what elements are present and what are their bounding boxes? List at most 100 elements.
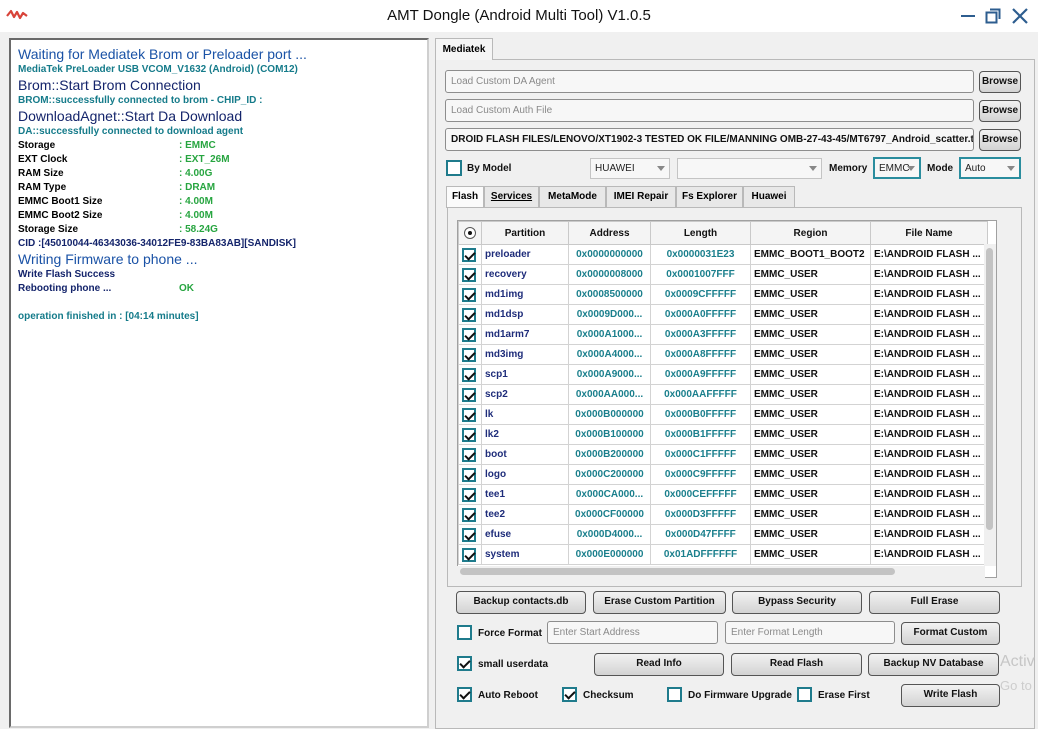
- tab-mediatek[interactable]: Mediatek: [435, 38, 493, 60]
- table-row[interactable]: tee2 0x000CF00000 0x000D3FFFFF EMMC_USER E:\…: [458, 504, 988, 525]
- table-row[interactable]: md1img 0x0008500000 0x0009CFFFFF EMMC_USER E…: [458, 284, 988, 305]
- column-header[interactable]: File Name: [870, 221, 988, 245]
- table-row[interactable]: lk2 0x000B100000 0x000B1FFFFF EMMC_USER E:\A…: [458, 424, 988, 445]
- row-checkbox[interactable]: [462, 307, 476, 322]
- select-all-header[interactable]: [458, 221, 482, 245]
- vertical-scroll-thumb[interactable]: [986, 248, 993, 530]
- column-header[interactable]: Address: [568, 221, 651, 245]
- maximize-icon[interactable]: [983, 6, 1003, 26]
- row-checkbox[interactable]: [462, 527, 476, 542]
- length-cell: 0x000AAFFFFF: [650, 384, 751, 405]
- row-select-cell[interactable]: [458, 464, 482, 485]
- row-select-cell[interactable]: [458, 244, 482, 265]
- horizontal-scroll-thumb[interactable]: [460, 568, 895, 575]
- table-row[interactable]: scp1 0x000A9000... 0x000A9FFFFF EMMC_USER E:…: [458, 364, 988, 385]
- backup-nv-database-button[interactable]: Backup NV Database: [868, 653, 999, 676]
- checksum-checkbox[interactable]: [562, 687, 577, 702]
- table-row[interactable]: efuse 0x000D4000... 0x000D47FFFF EMMC_USER E…: [458, 524, 988, 545]
- row-select-cell[interactable]: [458, 304, 482, 325]
- table-row[interactable]: md3img 0x000A4000... 0x000A8FFFFF EMMC_USER…: [458, 344, 988, 365]
- row-checkbox[interactable]: [462, 347, 476, 362]
- row-checkbox[interactable]: [462, 447, 476, 462]
- row-select-cell[interactable]: [458, 544, 482, 565]
- model-select[interactable]: [677, 158, 822, 179]
- format-length-input[interactable]: Enter Format Length: [725, 621, 895, 644]
- row-select-cell[interactable]: [458, 504, 482, 525]
- tab-services[interactable]: Services: [484, 186, 539, 207]
- row-select-cell[interactable]: [458, 264, 482, 285]
- memory-select[interactable]: EMMC: [873, 157, 921, 179]
- close-icon[interactable]: [1010, 6, 1030, 26]
- auto-reboot-checkbox[interactable]: [457, 687, 472, 702]
- partition-cell: md1img: [481, 284, 569, 305]
- table-row[interactable]: lk 0x000B000000 0x000B0FFFFF EMMC_USER E:\AN…: [458, 404, 988, 425]
- row-select-cell[interactable]: [458, 284, 482, 305]
- table-row[interactable]: boot 0x000B200000 0x000C1FFFFF EMMC_USER E:\…: [458, 444, 988, 465]
- row-checkbox[interactable]: [462, 427, 476, 442]
- table-row[interactable]: md1arm7 0x000A1000... 0x000A3FFFFF EMMC_USE…: [458, 324, 988, 345]
- row-checkbox[interactable]: [462, 547, 476, 562]
- row-checkbox[interactable]: [462, 467, 476, 482]
- log-value: : 4.00M: [179, 196, 213, 207]
- row-checkbox[interactable]: [462, 247, 476, 262]
- by-model-checkbox[interactable]: [446, 160, 462, 176]
- da-agent-field[interactable]: Load Custom DA Agent: [445, 70, 974, 93]
- horizontal-scrollbar[interactable]: [457, 566, 985, 578]
- browse-scatter-button[interactable]: Browse: [979, 129, 1021, 151]
- row-select-cell[interactable]: [458, 484, 482, 505]
- row-select-cell[interactable]: [458, 424, 482, 445]
- do-firmware-upgrade-checkbox[interactable]: [667, 687, 682, 702]
- brand-select[interactable]: HUAWEI: [590, 158, 670, 179]
- column-header[interactable]: Region: [750, 221, 871, 245]
- browse-auth-button[interactable]: Browse: [979, 100, 1021, 122]
- row-select-cell[interactable]: [458, 364, 482, 385]
- tab-metamode[interactable]: MetaMode: [539, 186, 606, 207]
- table-row[interactable]: logo 0x000C200000 0x000C9FFFFF EMMC_USER E:\…: [458, 464, 988, 485]
- row-select-cell[interactable]: [458, 444, 482, 465]
- vertical-scrollbar[interactable]: [984, 244, 996, 566]
- row-checkbox[interactable]: [462, 327, 476, 342]
- read-flash-button[interactable]: Read Flash: [731, 653, 862, 676]
- column-header[interactable]: Length: [650, 221, 751, 245]
- table-row[interactable]: recovery 0x0000008000 0x0001007FFF EMMC_USE…: [458, 264, 988, 285]
- tab-huawei[interactable]: Huawei: [743, 186, 795, 207]
- force-format-checkbox[interactable]: [457, 625, 472, 640]
- erase-first-checkbox[interactable]: [797, 687, 812, 702]
- table-row[interactable]: md1dsp 0x0009D000... 0x000A0FFFFF EMMC_USER…: [458, 304, 988, 325]
- format-custom-button[interactable]: Format Custom: [901, 622, 1000, 645]
- row-checkbox[interactable]: [462, 287, 476, 302]
- row-select-cell[interactable]: [458, 344, 482, 365]
- bypass-security-button[interactable]: Bypass Security: [732, 591, 862, 614]
- write-flash-button[interactable]: Write Flash: [901, 684, 1000, 707]
- erase-custom-partition-button[interactable]: Erase Custom Partition: [593, 591, 726, 614]
- small-userdata-checkbox[interactable]: [457, 656, 472, 671]
- row-checkbox[interactable]: [462, 367, 476, 382]
- tab-flash[interactable]: Flash: [446, 186, 484, 208]
- table-row[interactable]: scp2 0x000AA000... 0x000AAFFFFF EMMC_USER E:…: [458, 384, 988, 405]
- table-row[interactable]: system 0x000E000000 0x01ADFFFFFF EMMC_USER E…: [458, 544, 988, 565]
- backup-contacts-button[interactable]: Backup contacts.db: [456, 591, 586, 614]
- tab-fs-explorer[interactable]: Fs Explorer: [676, 186, 743, 207]
- full-erase-button[interactable]: Full Erase: [869, 591, 1000, 614]
- mode-select[interactable]: Auto: [959, 157, 1021, 179]
- row-checkbox[interactable]: [462, 387, 476, 402]
- row-select-cell[interactable]: [458, 384, 482, 405]
- column-header[interactable]: Partition: [481, 221, 569, 245]
- table-row[interactable]: preloader 0x0000000000 0x0000031E23 EMMC_BO…: [458, 244, 988, 265]
- auth-file-field[interactable]: Load Custom Auth File: [445, 99, 974, 122]
- read-info-button[interactable]: Read Info: [594, 653, 724, 676]
- scatter-file-field[interactable]: DROID FLASH FILES/LENOVO/XT1902-3 TESTED…: [445, 128, 974, 151]
- browse-da-button[interactable]: Browse: [979, 71, 1021, 93]
- row-select-cell[interactable]: [458, 404, 482, 425]
- start-address-input[interactable]: Enter Start Address: [547, 621, 718, 644]
- row-checkbox[interactable]: [462, 487, 476, 502]
- minimize-icon[interactable]: [958, 6, 978, 26]
- row-select-cell[interactable]: [458, 324, 482, 345]
- row-checkbox[interactable]: [462, 267, 476, 282]
- row-select-cell[interactable]: [458, 524, 482, 545]
- row-checkbox[interactable]: [462, 407, 476, 422]
- select-all-radio[interactable]: [464, 227, 476, 239]
- table-row[interactable]: tee1 0x000CA000... 0x000CEFFFFF EMMC_USER E:…: [458, 484, 988, 505]
- row-checkbox[interactable]: [462, 507, 476, 522]
- tab-imei-repair[interactable]: IMEI Repair: [606, 186, 676, 207]
